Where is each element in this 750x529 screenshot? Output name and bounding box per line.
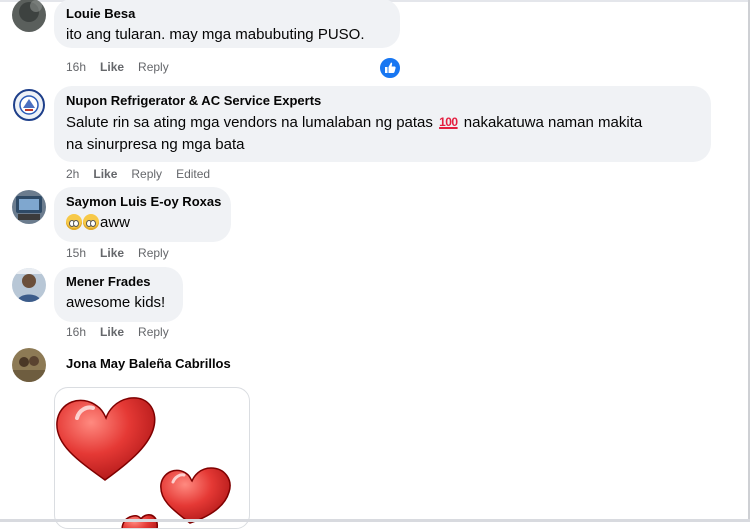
- heart-icon: [56, 397, 156, 481]
- comment-timestamp[interactable]: 2h: [66, 166, 79, 182]
- comment-text-part: Salute rin sa ating mga vendors na lumal…: [66, 114, 438, 131]
- comment-text: aww: [66, 212, 219, 234]
- comment-timestamp[interactable]: 15h: [66, 245, 86, 261]
- comment-text-part: aww: [100, 214, 131, 231]
- comment-actions: 16h Like Reply: [66, 59, 183, 75]
- comment-text-part: na sinurpresa ng mga bata: [66, 136, 245, 153]
- hundred-points-icon: 100: [439, 115, 458, 129]
- comment-bubble: Louie Besa ito ang tularan. may mga mabu…: [54, 0, 400, 48]
- reply-button[interactable]: Reply: [138, 324, 169, 340]
- avatar[interactable]: [12, 268, 46, 302]
- comment-actions: 16h Like Reply: [66, 324, 183, 340]
- comment-author[interactable]: Nupon Refrigerator & AC Service Experts: [66, 92, 699, 109]
- heart-icon: [160, 467, 231, 524]
- comment-author[interactable]: Jona May Baleña Cabrillos: [66, 355, 231, 372]
- avatar[interactable]: [12, 0, 46, 32]
- comment-actions: 2h Like Reply Edited: [66, 166, 210, 182]
- like-icon[interactable]: [378, 56, 402, 80]
- avatar[interactable]: [12, 190, 46, 224]
- reply-button[interactable]: Reply: [138, 245, 169, 261]
- comment-author[interactable]: Saymon Luis E-oy Roxas: [66, 193, 221, 210]
- comment-text: ito ang tularan. may mga mabubuting PUSO…: [66, 26, 365, 43]
- comment-bubble: Saymon Luis E-oy Roxas aww: [54, 187, 231, 242]
- avatar[interactable]: [12, 348, 46, 382]
- like-button[interactable]: Like: [100, 59, 124, 75]
- hearts-sticker[interactable]: [54, 387, 250, 529]
- like-button[interactable]: Like: [100, 245, 124, 261]
- comment-timestamp[interactable]: 16h: [66, 324, 86, 340]
- edited-label[interactable]: Edited: [176, 166, 210, 182]
- like-button[interactable]: Like: [100, 324, 124, 340]
- comment-text: awesome kids!: [66, 294, 166, 311]
- pleading-face-icon: [83, 214, 99, 230]
- comment-author[interactable]: Louie Besa: [66, 5, 388, 22]
- comment-author[interactable]: Mener Frades: [66, 273, 171, 290]
- comment-timestamp[interactable]: 16h: [66, 59, 86, 75]
- comment-text-part: nakakatuwa naman makita: [459, 114, 643, 131]
- like-button[interactable]: Like: [93, 166, 117, 182]
- pleading-face-icon: [66, 214, 82, 230]
- avatar[interactable]: [12, 88, 46, 122]
- reply-button[interactable]: Reply: [131, 166, 162, 182]
- comment-actions: 15h Like Reply: [66, 245, 183, 261]
- comment-bubble: Mener Frades awesome kids!: [54, 267, 183, 322]
- comment-text: Salute rin sa ating mga vendors na lumal…: [66, 111, 699, 156]
- comment-bubble: Nupon Refrigerator & AC Service Experts …: [54, 86, 711, 162]
- reply-button[interactable]: Reply: [138, 59, 169, 75]
